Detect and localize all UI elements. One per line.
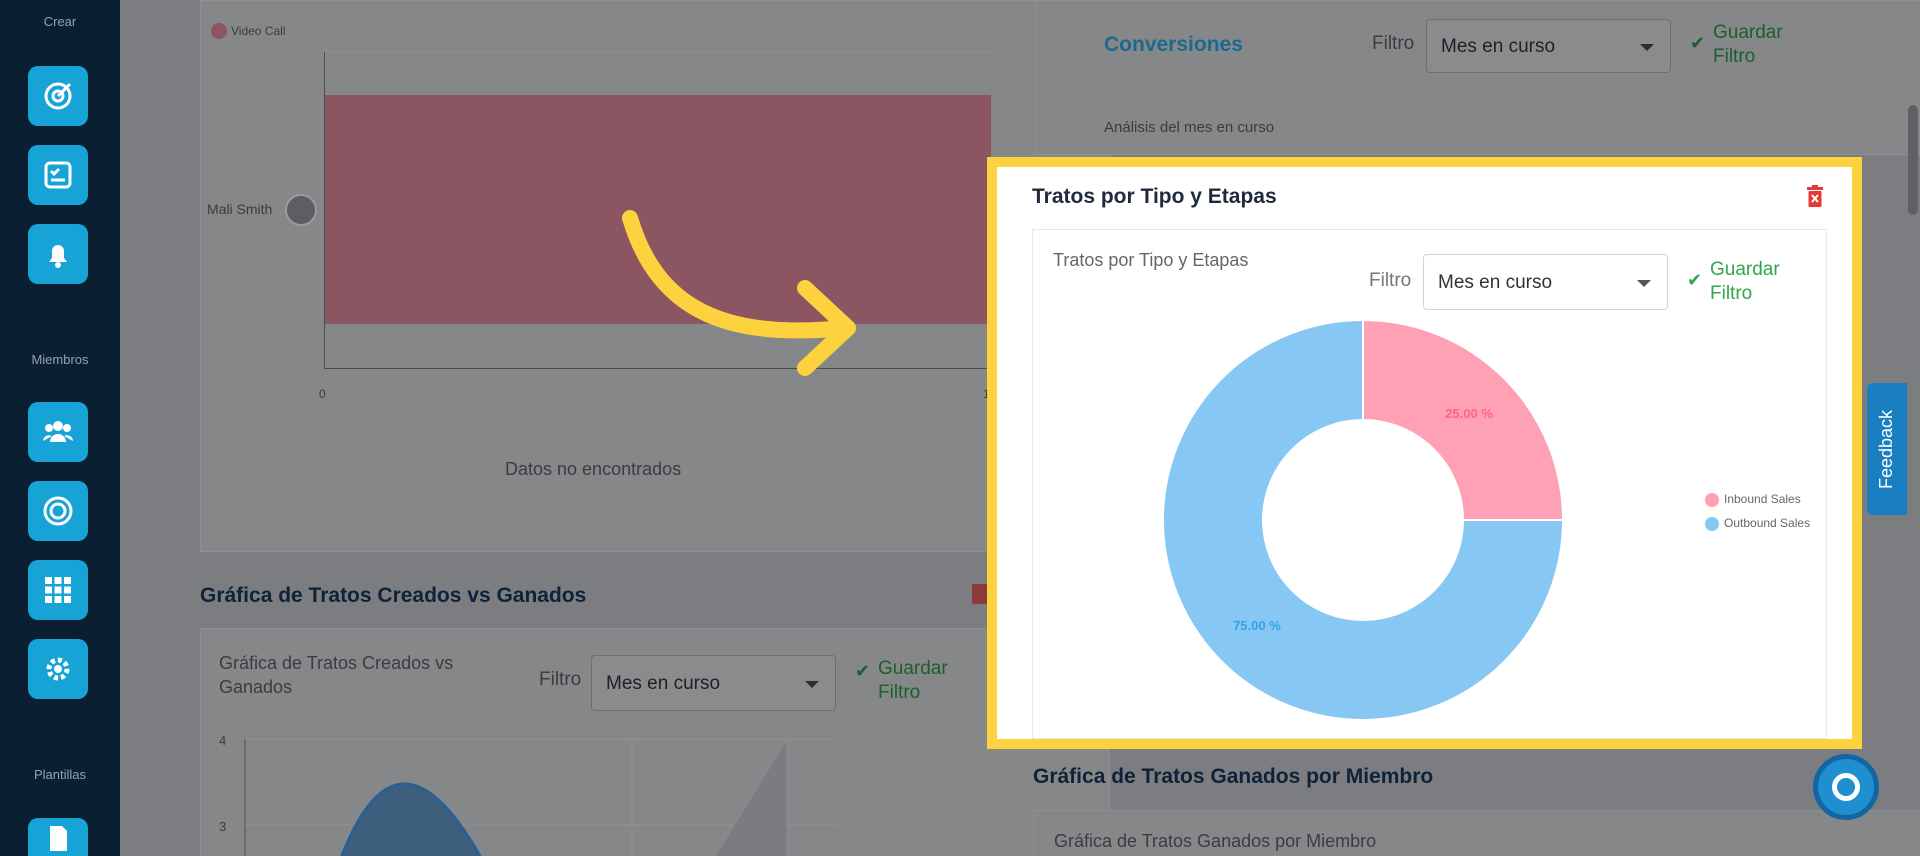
- scrollbar-thumb[interactable]: [1908, 105, 1918, 215]
- sidebar-button-settings[interactable]: [28, 639, 88, 699]
- grid-icon: [45, 577, 71, 603]
- avatar: [285, 194, 317, 226]
- save-label-2: Filtro: [1713, 46, 1756, 67]
- deals-card-title: Tratos por Tipo y Etapas: [1032, 185, 1277, 208]
- save-label-1: Guardar: [1713, 22, 1783, 43]
- filter-value: Mes en curso: [1438, 272, 1553, 293]
- check-icon: ✔: [1690, 33, 1706, 53]
- save-label-2: Filtro: [878, 682, 921, 703]
- legend-dot-outbound: [1705, 516, 1719, 531]
- save-label-1: Guardar: [1710, 259, 1780, 280]
- conversiones-save-filter-button[interactable]: Guardar Filtro: [1713, 21, 1783, 69]
- legend-dot-inbound: [1705, 492, 1719, 507]
- created-vs-won-title: Gráfica de Tratos Creados vs Ganados: [200, 584, 587, 607]
- sidebar-button-notifications[interactable]: [28, 224, 88, 284]
- chevron-down-icon: [805, 681, 819, 688]
- y-tick-3: 3: [219, 819, 227, 834]
- document-icon: [50, 826, 67, 851]
- pointer-arrow: [622, 210, 856, 376]
- save-filter-button[interactable]: Guardar Filtro: [1710, 258, 1780, 306]
- users-icon: [43, 421, 73, 442]
- legend-outbound-sales: Outbound Sales: [1705, 516, 1810, 531]
- empty-message: Datos no encontrados: [505, 459, 682, 479]
- save-label-2: Filtro: [1710, 283, 1753, 304]
- deals-chart-card: Tratos por Tipo y Etapas Filtro Mes en c…: [1032, 229, 1827, 739]
- filter-select[interactable]: Mes en curso: [591, 655, 836, 711]
- sidebar-section-plantillas: Plantillas: [33, 767, 87, 782]
- chat-widget-button[interactable]: [1813, 754, 1879, 820]
- conversiones-subtitle: Análisis del mes en curso: [1104, 119, 1275, 136]
- highlighted-deals-card: Tratos por Tipo y Etapas Tratos por Tipo…: [987, 157, 1862, 749]
- sidebar-button-templates[interactable]: [28, 818, 88, 856]
- legend-label-outbound: Outbound Sales: [1724, 516, 1811, 530]
- created-vs-won-card-title: Gráfica de Tratos Creados vs Ganados: [219, 651, 453, 699]
- chevron-down-icon: [1637, 280, 1651, 287]
- donut-data-label: 25.00 %: [1445, 406, 1493, 421]
- filter-select[interactable]: Mes en curso: [1423, 254, 1668, 310]
- filter-value: Mes en curso: [606, 673, 721, 694]
- gear-icon: [46, 657, 70, 681]
- save-filter-button[interactable]: Guardar Filtro: [878, 657, 948, 705]
- chat-icon: [1832, 773, 1860, 801]
- won-by-member-title: Gráfica de Tratos Ganados por Miembro: [1033, 765, 1434, 788]
- sidebar: Crear Miembros Plantillas: [0, 0, 120, 856]
- row-label-mali-smith: Mali Smith: [207, 201, 273, 217]
- sidebar-button-goals[interactable]: [28, 481, 88, 541]
- gridline-top: [324, 51, 994, 52]
- conversiones-card: Conversiones Filtro Mes en curso ✔ Guard…: [1035, 0, 1920, 155]
- sidebar-section-miembros: Miembros: [31, 352, 89, 367]
- won-by-member-card: Gráfica de Tratos Ganados por Miembro: [1033, 810, 1920, 856]
- deals-donut-chart: 25.00 % 75.00 %: [1162, 318, 1565, 721]
- feedback-tab[interactable]: Feedback: [1867, 383, 1907, 515]
- y-tick-4: 4: [219, 733, 227, 748]
- target-icon: [44, 82, 72, 110]
- legend-inbound-sales: Inbound Sales: [1705, 492, 1801, 507]
- x-tick-0: 0: [319, 387, 326, 401]
- series-created: [340, 782, 482, 856]
- conversiones-filter-label: Filtro: [1372, 33, 1415, 54]
- conversiones-title: Conversiones: [1104, 33, 1243, 56]
- delete-icon[interactable]: [972, 584, 988, 604]
- trash-icon[interactable]: [1806, 185, 1824, 207]
- deals-chart-card-title: Tratos por Tipo y Etapas: [1053, 250, 1249, 270]
- arrow-shaft: [622, 210, 853, 339]
- check-icon: ✔: [1687, 270, 1703, 290]
- filter-label: Filtro: [1369, 270, 1412, 291]
- filter-label: Filtro: [539, 669, 582, 690]
- conversiones-filter-value: Mes en curso: [1441, 36, 1556, 57]
- legend-dot: [211, 23, 227, 39]
- check-icon: ✔: [855, 661, 871, 681]
- card-title-line-1: Gráfica de Tratos Creados vs: [219, 653, 454, 673]
- sidebar-section-crear: Crear: [43, 14, 77, 29]
- chevron-down-icon: [1640, 44, 1654, 51]
- sidebar-button-apps[interactable]: [28, 560, 88, 620]
- won-by-member-card-title: Gráfica de Tratos Ganados por Miembro: [1054, 831, 1377, 851]
- created-vs-won-line-chart: [244, 737, 837, 856]
- legend-label-inbound: Inbound Sales: [1724, 492, 1801, 506]
- bell-icon: [49, 245, 67, 268]
- sidebar-button-members[interactable]: [28, 402, 88, 462]
- card-title-line-2: Ganados: [219, 677, 293, 697]
- checklist-icon: [44, 161, 72, 189]
- conversiones-filter-select[interactable]: Mes en curso: [1426, 19, 1671, 73]
- goal-icon: [43, 496, 73, 526]
- donut-data-label: 75.00 %: [1233, 618, 1281, 633]
- feedback-label: Feedback: [1876, 409, 1897, 489]
- save-label-1: Guardar: [878, 658, 948, 679]
- legend-video-call: Video Call: [231, 24, 286, 38]
- created-vs-won-card: Gráfica de Tratos Creados vs Ganados Fil…: [200, 628, 1110, 856]
- series-won: [714, 737, 788, 856]
- sidebar-button-tasks[interactable]: [28, 145, 88, 205]
- sidebar-button-target[interactable]: [28, 66, 88, 126]
